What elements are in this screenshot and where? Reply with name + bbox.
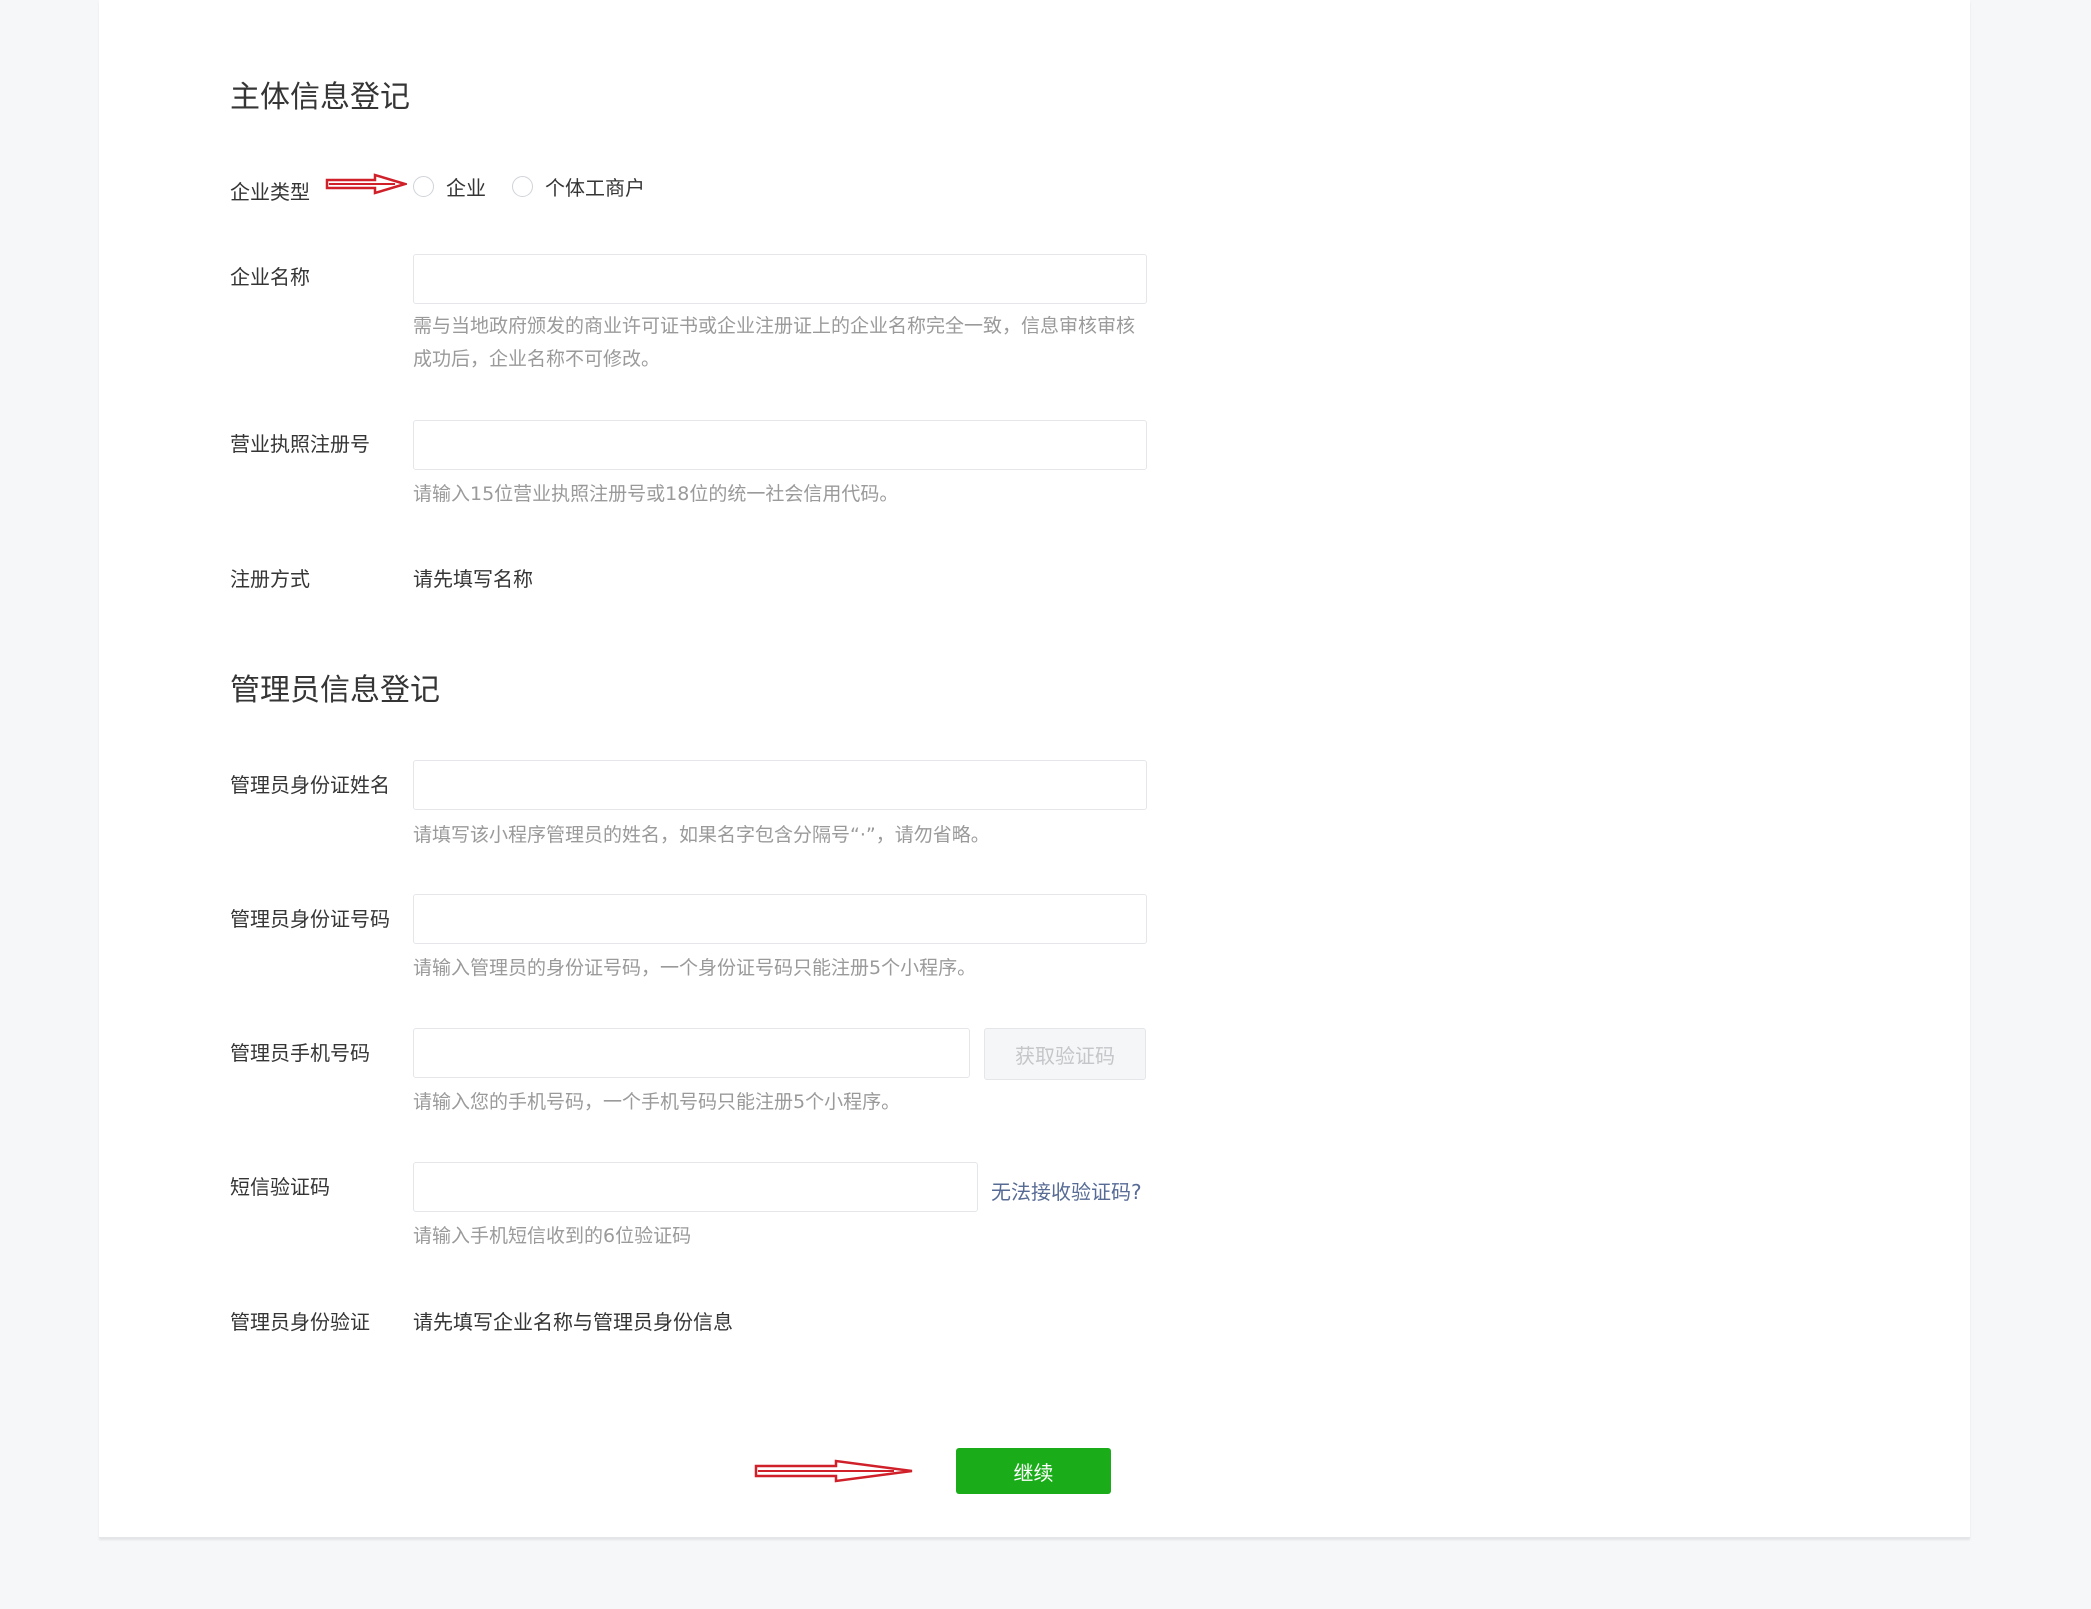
company-type-label: 企业类型 xyxy=(230,180,310,204)
license-no-input[interactable] xyxy=(413,420,1147,470)
radio-label-enterprise[interactable]: 企业 xyxy=(446,172,486,201)
license-no-tip: 请输入15位营业执照注册号或18位的统一社会信用代码。 xyxy=(413,483,899,505)
reg-method-value: 请先填写名称 xyxy=(413,567,533,591)
registration-card: 主体信息登记 企业类型 企业 个体工商户 企业名称 需与当地政府颁发的商业许可证… xyxy=(99,0,1970,1538)
admin-phone-input[interactable] xyxy=(413,1028,970,1078)
admin-phone-tip: 请输入您的手机号码，一个手机号码只能注册5个小程序。 xyxy=(413,1091,901,1113)
license-no-label: 营业执照注册号 xyxy=(230,432,370,456)
sms-code-tip: 请输入手机短信收到的6位验证码 xyxy=(413,1225,692,1247)
company-name-tip: 需与当地政府颁发的商业许可证书或企业注册证上的企业名称完全一致，信息审核审核成功… xyxy=(413,315,1136,370)
sms-code-input[interactable] xyxy=(413,1162,978,1212)
section-title-admin: 管理员信息登记 xyxy=(230,673,440,708)
admin-verify-label: 管理员身份验证 xyxy=(230,1310,370,1334)
cannot-receive-code-link[interactable]: 无法接收验证码? xyxy=(991,1176,1142,1205)
radio-option-enterprise[interactable]: 企业 xyxy=(413,172,486,201)
section-title-entity: 主体信息登记 xyxy=(230,80,410,115)
reg-method-label: 注册方式 xyxy=(230,567,310,591)
radio-unchecked-icon[interactable] xyxy=(512,176,533,197)
company-name-input[interactable] xyxy=(413,254,1147,304)
admin-name-tip: 请填写该小程序管理员的姓名，如果名字包含分隔号“·”，请勿省略。 xyxy=(413,824,990,846)
company-name-label: 企业名称 xyxy=(230,265,310,289)
continue-button[interactable]: 继续 xyxy=(956,1448,1111,1494)
admin-id-input[interactable] xyxy=(413,894,1147,944)
admin-verify-value: 请先填写企业名称与管理员身份信息 xyxy=(413,1310,733,1334)
annotation-arrow-icon xyxy=(754,1459,913,1483)
company-type-radio-group: 企业 个体工商户 xyxy=(413,172,671,201)
radio-label-individual[interactable]: 个体工商户 xyxy=(545,172,645,201)
sms-code-label: 短信验证码 xyxy=(230,1175,330,1199)
radio-unchecked-icon[interactable] xyxy=(413,176,434,197)
admin-id-tip: 请输入管理员的身份证号码，一个身份证号码只能注册5个小程序。 xyxy=(413,957,977,979)
admin-phone-label: 管理员手机号码 xyxy=(230,1041,370,1065)
radio-option-individual[interactable]: 个体工商户 xyxy=(512,172,645,201)
admin-name-label: 管理员身份证姓名 xyxy=(230,773,390,797)
annotation-arrow-icon xyxy=(325,173,407,195)
get-code-button[interactable]: 获取验证码 xyxy=(984,1028,1146,1080)
admin-id-label: 管理员身份证号码 xyxy=(230,907,390,931)
admin-name-input[interactable] xyxy=(413,760,1147,810)
